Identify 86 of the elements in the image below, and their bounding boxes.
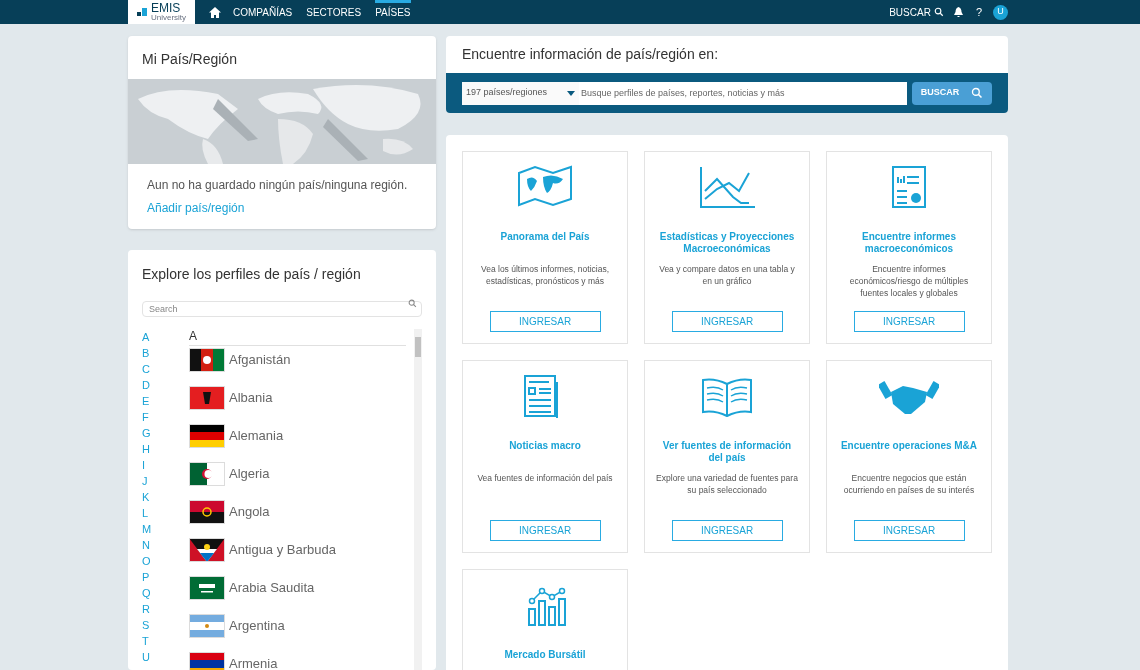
card-title: Mi País/Región [141, 50, 238, 69]
flag-icon [189, 652, 225, 670]
tile-description: Vea los últimos informes, noticias, estadísticas, pronósticos y más [480, 263, 610, 288]
flag-icon [189, 538, 225, 562]
letter-link[interactable]: G [142, 425, 151, 441]
flag-icon [189, 462, 225, 486]
enter-button[interactable]: INGRESAR [489, 311, 601, 332]
country-item[interactable]: Alemania [189, 424, 414, 448]
country-item[interactable]: Argentina [189, 614, 414, 638]
tile-description: Explore una variedad de fuentes para su país seleccionado [655, 472, 799, 497]
add-country-link[interactable]: Añadir país/región [147, 199, 245, 217]
search-icon [971, 87, 984, 99]
letter-link[interactable]: Q [142, 585, 151, 601]
letter-link[interactable]: O [142, 553, 151, 569]
scrollbar[interactable] [414, 329, 422, 670]
letter-link[interactable]: J [142, 473, 148, 489]
tile-title[interactable]: Panorama del País [500, 231, 590, 255]
country-search-field[interactable]: Search [142, 301, 422, 317]
letter-link[interactable]: B [142, 345, 150, 361]
flag-icon [189, 348, 225, 372]
country-select[interactable]: 197 países/regiones [462, 81, 579, 105]
logo[interactable]: EMIS University [128, 0, 195, 24]
flag-icon [189, 424, 225, 448]
dropdown-caret-icon [567, 90, 575, 96]
tile-description: Encuentre informes económicos/riesgo de múltiples fuentes locales y globales [848, 263, 970, 299]
letter-link[interactable]: U [142, 649, 150, 665]
search-button[interactable]: BUSCAR [912, 81, 992, 105]
flag-icon [189, 576, 225, 600]
tile-title[interactable]: Encuentre operaciones M&A [840, 440, 978, 464]
enter-button[interactable]: INGRESAR [853, 520, 965, 541]
letter-link[interactable]: P [142, 569, 150, 585]
country-item[interactable]: Antigua y Barbuda [189, 538, 414, 562]
enter-button[interactable]: INGRESAR [489, 520, 601, 541]
tile-title[interactable]: Ver fuentes de información del país [655, 440, 799, 464]
letter-link[interactable]: I [142, 457, 146, 473]
card-title: Encuentre información de país/región en: [461, 45, 720, 64]
logo-text: EMIS [150, 2, 182, 14]
search-input[interactable]: Busque perfiles de países, reportes, noticias y más [579, 81, 907, 105]
empty-message: Aun no ha guardado ningún país/ninguna región. [146, 177, 409, 194]
card-title: Explore los perfiles de país / región [142, 265, 362, 284]
tile-description: Encuentre negocios que están ocurriendo en países de su interés [842, 472, 976, 497]
country-item[interactable]: Albania [189, 386, 414, 410]
letter-link[interactable]: F [142, 409, 149, 425]
country-item[interactable]: Arabia Saudita [189, 576, 414, 600]
tile-title[interactable]: Estadísticas y Proyecciones Macroeconómicas [655, 231, 799, 255]
nav-tab[interactable]: PAÍSES [375, 0, 411, 24]
letter-link[interactable]: L [142, 505, 149, 521]
search-icon [408, 299, 417, 308]
country-item[interactable]: Armenia [189, 652, 414, 670]
letter-link[interactable]: C [142, 361, 150, 377]
user-avatar[interactable]: U [993, 4, 1008, 20]
letter-link[interactable]: M [142, 521, 152, 537]
nav-tab[interactable]: SECTORES [306, 0, 362, 24]
letter-link[interactable]: S [142, 617, 150, 633]
letter-link[interactable]: A [142, 329, 150, 345]
home-icon[interactable] [209, 6, 221, 18]
help-button[interactable]: ? [975, 0, 982, 24]
letter-link[interactable]: D [142, 377, 150, 393]
enter-button[interactable]: INGRESAR [671, 311, 783, 332]
country-item[interactable]: Afganistán [189, 348, 414, 372]
line-chart-icon [697, 165, 757, 211]
letter-link[interactable]: H [142, 441, 150, 457]
enter-button[interactable]: INGRESAR [671, 520, 783, 541]
group-heading: A [189, 329, 406, 346]
country-item[interactable]: Algeria [189, 462, 414, 486]
bell-icon[interactable] [953, 7, 963, 17]
tile-description: Vea fuentes de información del país [477, 472, 613, 485]
logo-subtitle: University [150, 14, 187, 22]
flag-icon [189, 386, 225, 410]
letter-link[interactable]: E [142, 393, 150, 409]
letter-link[interactable]: T [142, 633, 149, 649]
tile-title[interactable]: Mercado Bursátil [504, 649, 586, 670]
letter-link[interactable]: N [142, 537, 150, 553]
nav-tab[interactable]: COMPAÑÍAS [233, 0, 293, 24]
letter-link[interactable]: R [142, 601, 150, 617]
logo-icon [136, 8, 147, 16]
flag-icon [189, 614, 225, 638]
country-item[interactable]: Angola [189, 500, 414, 524]
enter-button[interactable]: INGRESAR [853, 311, 965, 332]
tile-description: Vea y compare datos en una tabla y en un gráfico [658, 263, 796, 288]
search-icon [933, 7, 944, 17]
tile-title[interactable]: Noticias macro [509, 440, 581, 464]
search-button[interactable]: BUSCAR [889, 0, 944, 24]
tile-title[interactable]: Encuentre informes macroeconómicos [837, 231, 981, 255]
letter-link[interactable]: K [142, 489, 150, 505]
flag-icon [189, 500, 225, 524]
